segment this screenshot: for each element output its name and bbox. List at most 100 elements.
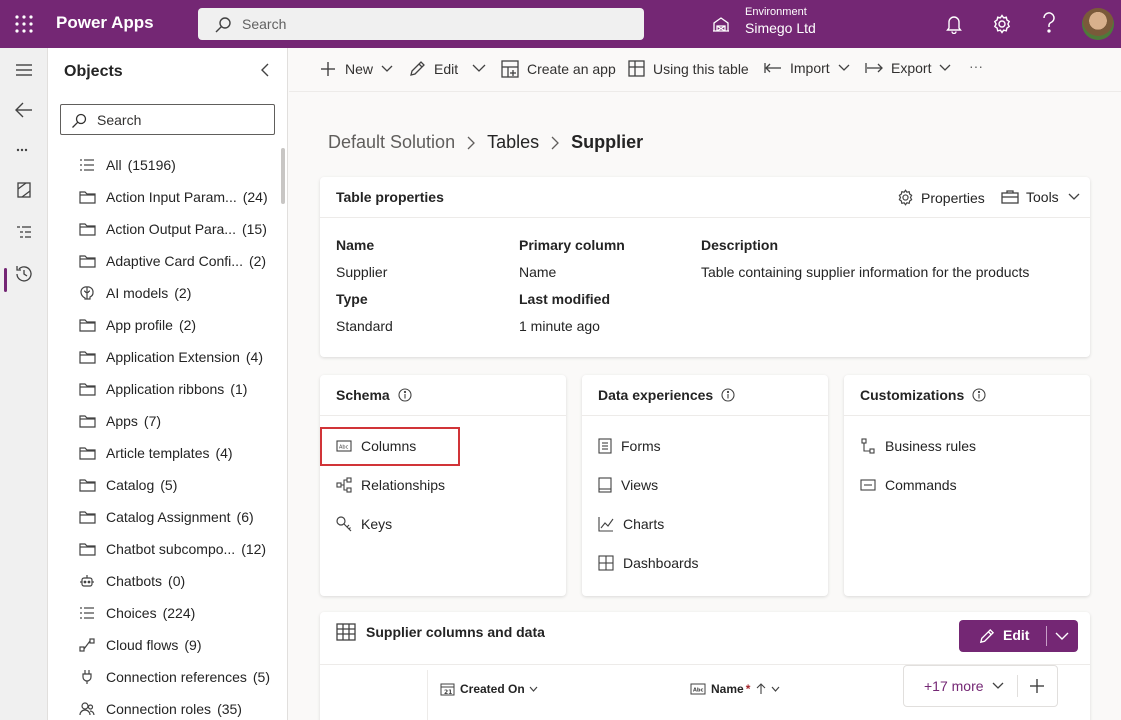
breadcrumb-tables[interactable]: Tables <box>487 132 539 153</box>
key-icon <box>336 516 352 532</box>
object-item-ai-models[interactable]: AI models (2) <box>78 281 191 305</box>
object-item-all[interactable]: All (15196) <box>78 153 176 177</box>
object-item-connection-roles[interactable]: Connection roles (35) <box>78 697 242 720</box>
columns-link[interactable]: Abc Columns <box>336 438 416 454</box>
object-item-application-extension[interactable]: Application Extension (4) <box>78 345 263 369</box>
table-layout-icon <box>628 60 645 77</box>
keys-link[interactable]: Keys <box>336 516 392 532</box>
commands-link[interactable]: Commands <box>860 477 957 493</box>
object-item-count: (6) <box>236 509 254 525</box>
object-item-article-templates[interactable]: Article templates (4) <box>78 441 233 465</box>
search-icon <box>214 16 232 34</box>
business-rules-link[interactable]: Business rules <box>860 438 976 454</box>
object-item-count: (4) <box>215 445 233 461</box>
global-search[interactable]: Search <box>198 8 644 40</box>
objects-search-input[interactable]: Search <box>60 104 275 135</box>
active-indicator <box>4 268 7 292</box>
customizations-card: Customizations Business rules Commands <box>844 375 1090 596</box>
object-item-label: Application ribbons <box>106 381 225 397</box>
schema-card: Schema Abc Columns Relationships Keys <box>320 375 566 596</box>
info-icon[interactable] <box>972 388 986 402</box>
edit-data-label: Edit <box>1003 627 1030 643</box>
columns-data-card: Supplier columns and data Edit 21 Create… <box>320 612 1090 720</box>
app-launcher-icon[interactable] <box>14 14 34 34</box>
primary-column-value: Name <box>519 264 557 280</box>
export-button[interactable]: Export <box>865 60 959 76</box>
object-item-apps[interactable]: Apps (7) <box>78 409 161 433</box>
business-rule-icon <box>861 438 875 454</box>
relationships-link[interactable]: Relationships <box>336 477 445 493</box>
card-header: Customizations <box>844 375 1090 416</box>
using-table-button[interactable]: Using this table <box>628 60 749 77</box>
chevron-down-icon <box>1068 193 1080 200</box>
breadcrumb-default-solution[interactable]: Default Solution <box>328 132 455 153</box>
relationships-label: Relationships <box>361 477 446 493</box>
svg-text:21: 21 <box>444 689 452 696</box>
edit-data-button[interactable]: Edit <box>959 620 1078 652</box>
add-column-icon[interactable] <box>1028 677 1046 695</box>
more-options-icon[interactable] <box>14 146 34 154</box>
object-item-cloud-flows[interactable]: Cloud flows (9) <box>78 633 202 657</box>
chevron-down-icon <box>940 64 951 71</box>
data-experiences-card: Data experiences Forms Views Charts Dash… <box>582 375 828 596</box>
description-label: Description <box>701 237 779 253</box>
object-item-chatbot-subcomponents[interactable]: Chatbot subcompo... (12) <box>78 537 266 561</box>
object-item-count: (7) <box>143 413 162 429</box>
objects-scrollbar[interactable] <box>281 148 285 204</box>
environment-name[interactable]: Simego Ltd <box>745 20 816 36</box>
object-item-app-profile[interactable]: App profile (2) <box>78 313 196 337</box>
info-icon[interactable] <box>721 388 735 402</box>
history-icon[interactable] <box>14 264 34 284</box>
object-item-chatbots[interactable]: Chatbots (0) <box>78 569 185 593</box>
object-item-adaptive-card[interactable]: Adaptive Card Confi... (2) <box>78 249 266 273</box>
object-item-action-input[interactable]: Action Input Param... (24) <box>78 185 268 209</box>
table-icon <box>336 623 356 641</box>
environment-icon[interactable] <box>711 14 731 34</box>
plug-icon <box>78 669 96 685</box>
hamburger-icon[interactable] <box>14 62 34 78</box>
edit-split-divider <box>1046 626 1047 646</box>
object-item-catalog[interactable]: Catalog (5) <box>78 473 177 497</box>
plus-icon <box>321 62 335 76</box>
column-header-created-on[interactable]: 21 Created On <box>440 682 538 696</box>
object-item-catalog-assignment[interactable]: Catalog Assignment (6) <box>78 505 254 529</box>
more-columns-button[interactable]: +17 more <box>924 678 1004 694</box>
column-header-name[interactable]: Abc Name * <box>690 682 780 696</box>
global-search-placeholder: Search <box>242 16 287 32</box>
edit-button[interactable]: Edit <box>408 60 458 78</box>
help-icon[interactable] <box>1042 12 1056 34</box>
edit-split-chevron-icon[interactable] <box>472 64 494 72</box>
tools-label: Tools <box>1026 189 1059 205</box>
charts-link[interactable]: Charts <box>598 516 664 532</box>
forms-link[interactable]: Forms <box>598 438 661 454</box>
object-item-count: (15) <box>241 221 267 237</box>
views-link[interactable]: Views <box>598 477 658 493</box>
new-button[interactable]: New <box>319 60 401 78</box>
avatar[interactable] <box>1082 8 1114 40</box>
object-item-label: App profile <box>106 317 173 333</box>
object-item-action-output[interactable]: Action Output Para... (15) <box>78 217 267 241</box>
back-arrow-icon[interactable] <box>14 102 34 118</box>
object-item-choices[interactable]: Choices (224) <box>78 601 195 625</box>
collapse-chevron-icon[interactable] <box>258 62 272 78</box>
gear-icon[interactable] <box>992 14 1012 34</box>
solution-icon[interactable] <box>14 180 34 200</box>
object-item-connection-references[interactable]: Connection references (5) <box>78 665 270 689</box>
objects-tree-icon[interactable] <box>14 222 34 242</box>
chevron-down-icon <box>771 686 780 692</box>
chevron-down-icon[interactable] <box>1055 632 1069 640</box>
app-title[interactable]: Power Apps <box>56 13 154 33</box>
create-app-button[interactable]: Create an app <box>501 60 616 78</box>
tools-button[interactable]: Tools <box>1001 189 1080 205</box>
more-commands-button[interactable]: ··· <box>969 58 983 74</box>
sort-ascending-icon <box>756 683 766 694</box>
object-item-application-ribbons[interactable]: Application ribbons (1) <box>78 377 247 401</box>
customizations-title: Customizations <box>860 387 986 403</box>
properties-button[interactable]: Properties <box>897 189 985 206</box>
bell-icon[interactable] <box>945 14 963 34</box>
dashboards-link[interactable]: Dashboards <box>598 555 699 571</box>
info-icon[interactable] <box>398 388 412 402</box>
import-button[interactable]: Import <box>764 60 858 76</box>
relationship-icon <box>336 477 352 493</box>
type-value: Standard <box>336 318 393 334</box>
